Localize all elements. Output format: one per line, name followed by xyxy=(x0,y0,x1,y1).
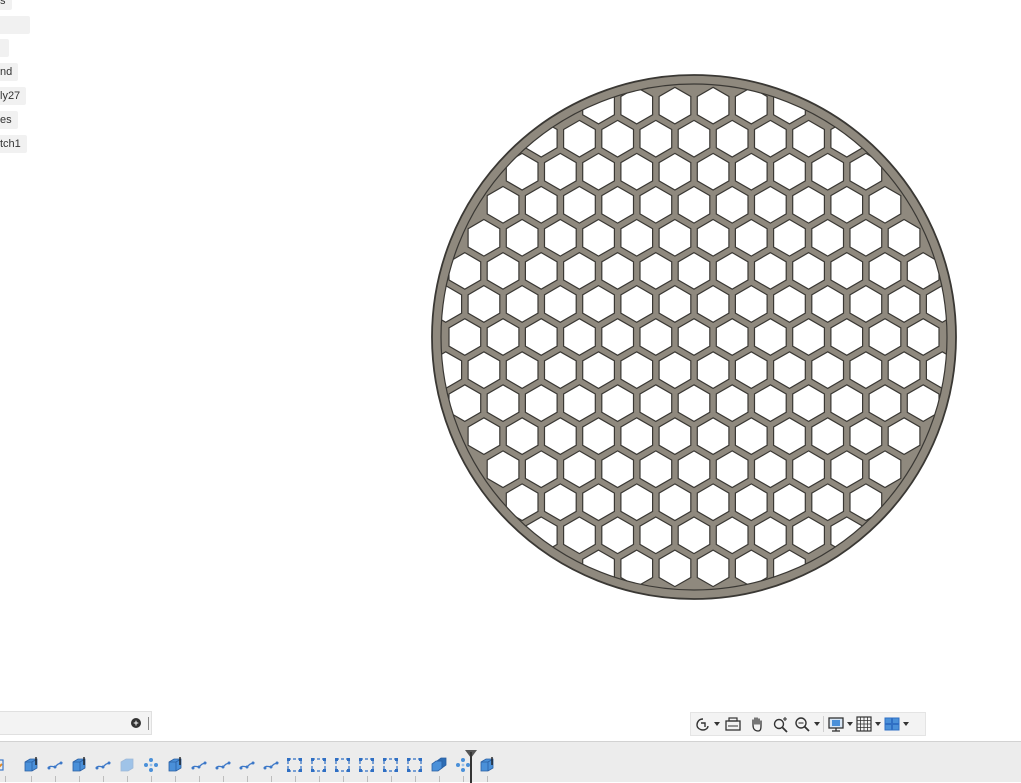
timeline-feature-extrude[interactable] xyxy=(70,756,88,774)
timeline-tick xyxy=(31,776,32,782)
display-settings-icon[interactable] xyxy=(826,714,854,734)
fit-zoom-icon[interactable] xyxy=(793,714,821,734)
timeline-tick xyxy=(415,776,416,782)
timeline-tick xyxy=(5,776,6,782)
timeline-tick xyxy=(127,776,128,782)
timeline-marker[interactable] xyxy=(470,752,472,783)
grid-settings-icon[interactable] xyxy=(854,714,882,734)
timeline-tick xyxy=(367,776,368,782)
panel-resize-handle[interactable] xyxy=(148,717,149,730)
browser-node[interactable]: tch1 xyxy=(0,135,27,153)
timeline-feature-pattern[interactable] xyxy=(142,756,160,774)
browser-node[interactable]: es xyxy=(0,111,18,129)
plus-circle-icon[interactable]: + xyxy=(131,718,141,728)
timeline-feature-offset-plane[interactable] xyxy=(334,756,352,774)
look-at-icon[interactable] xyxy=(721,714,745,734)
timeline-feature-sketch[interactable] xyxy=(0,756,14,774)
timeline-tick xyxy=(271,776,272,782)
timeline-feature-offset-plane[interactable] xyxy=(382,756,400,774)
viewports-icon[interactable] xyxy=(882,714,910,734)
browser-panel: s nd ly27 es tch1 xyxy=(0,0,60,160)
timeline-tick xyxy=(223,776,224,782)
timeline-tick xyxy=(55,776,56,782)
timeline-feature-fillet[interactable] xyxy=(118,756,136,774)
comments-panel: + xyxy=(0,711,152,735)
timeline-tick xyxy=(175,776,176,782)
timeline-tick xyxy=(295,776,296,782)
timeline-feature-sketch[interactable] xyxy=(214,756,232,774)
timeline-feature-sketch[interactable] xyxy=(94,756,112,774)
zoom-icon[interactable] xyxy=(769,714,793,734)
timeline-tick xyxy=(319,776,320,782)
timeline-tick xyxy=(343,776,344,782)
timeline-tick xyxy=(439,776,440,782)
timeline-tick xyxy=(247,776,248,782)
timeline-feature-sketch[interactable] xyxy=(190,756,208,774)
timeline-feature-sketch[interactable] xyxy=(238,756,256,774)
pan-hand-icon[interactable] xyxy=(745,714,769,734)
timeline-feature-sketch[interactable] xyxy=(262,756,280,774)
timeline-feature-offset-plane[interactable] xyxy=(406,756,424,774)
timeline-feature-extrude[interactable] xyxy=(22,756,40,774)
toolbar-divider xyxy=(823,716,824,732)
timeline-tick xyxy=(391,776,392,782)
timeline-feature-offset-plane[interactable] xyxy=(286,756,304,774)
navigation-bar xyxy=(690,712,926,736)
design-canvas[interactable] xyxy=(0,0,1021,705)
timeline-tick xyxy=(487,776,488,782)
browser-node[interactable]: s xyxy=(0,0,12,10)
timeline[interactable] xyxy=(0,741,1021,783)
browser-node[interactable] xyxy=(0,16,30,34)
timeline-feature-combine[interactable] xyxy=(430,756,448,774)
timeline-feature-offset-plane[interactable] xyxy=(358,756,376,774)
timeline-feature-offset-plane[interactable] xyxy=(310,756,328,774)
timeline-tick xyxy=(103,776,104,782)
honeycomb-grille-model[interactable] xyxy=(430,74,958,600)
timeline-tick xyxy=(463,776,464,782)
timeline-tick xyxy=(79,776,80,782)
browser-node[interactable] xyxy=(0,39,9,57)
browser-node[interactable]: ly27 xyxy=(0,87,27,105)
orbit-icon[interactable] xyxy=(693,714,721,734)
timeline-feature-extrude[interactable] xyxy=(478,756,496,774)
timeline-tick xyxy=(151,776,152,782)
timeline-feature-sketch[interactable] xyxy=(46,756,64,774)
timeline-tick xyxy=(199,776,200,782)
browser-node[interactable]: nd xyxy=(0,63,19,81)
timeline-feature-extrude[interactable] xyxy=(166,756,184,774)
